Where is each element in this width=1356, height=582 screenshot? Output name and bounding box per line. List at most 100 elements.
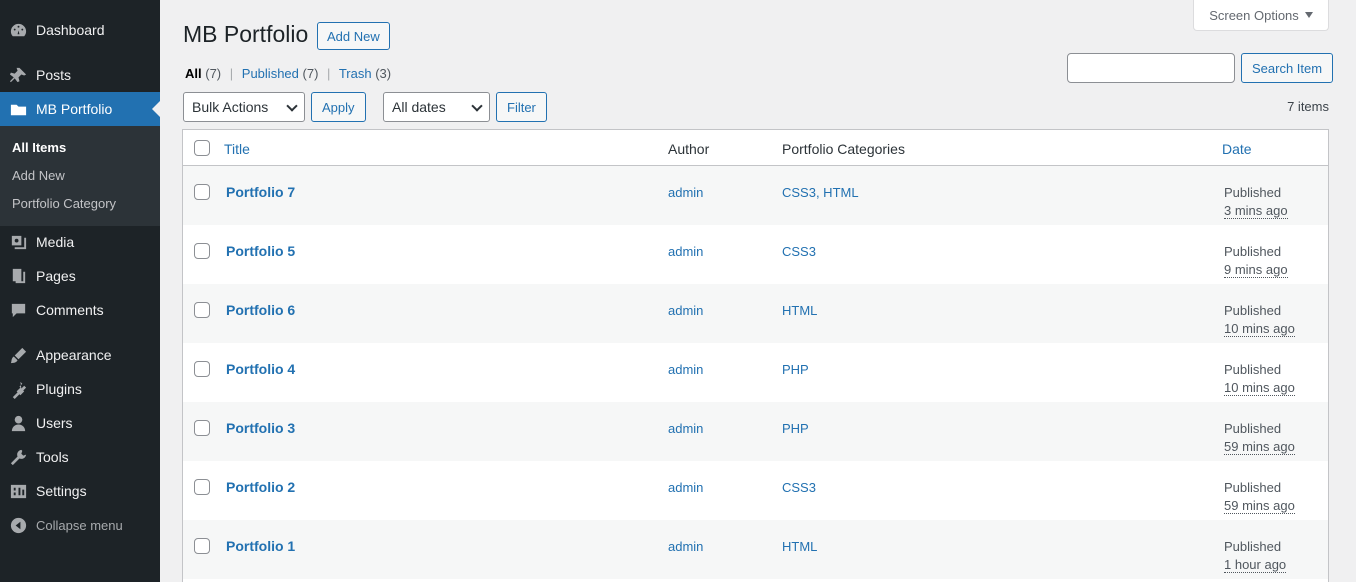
filter-button[interactable]: Filter xyxy=(496,92,547,122)
row-date: 1 hour ago xyxy=(1224,557,1287,573)
row-title-link[interactable]: Portfolio 3 xyxy=(226,420,295,436)
row-author-link[interactable]: admin xyxy=(668,362,703,377)
sidebar-item-label: Comments xyxy=(36,302,104,318)
row-checkbox[interactable] xyxy=(194,479,210,495)
row-categories: HTML xyxy=(782,539,817,554)
row-checkbox[interactable] xyxy=(194,302,210,318)
dates-filter-select[interactable]: All dates xyxy=(383,92,490,122)
row-categories: PHP xyxy=(782,362,809,377)
row-checkbox[interactable] xyxy=(194,538,210,554)
row-author-link[interactable]: admin xyxy=(668,185,703,200)
bulk-actions-select[interactable]: Bulk Actions xyxy=(183,92,305,122)
pages-icon xyxy=(0,267,36,286)
apply-button[interactable]: Apply xyxy=(311,92,366,122)
row-author-link[interactable]: admin xyxy=(668,539,703,554)
page-title: MB Portfolio xyxy=(183,21,309,47)
row-status: Published xyxy=(1224,539,1282,554)
sidebar-item-users[interactable]: Users xyxy=(0,406,160,440)
table-row: Portfolio 2 admin CSS3 Published 59 mins… xyxy=(183,461,1328,520)
row-status: Published xyxy=(1224,244,1282,259)
sidebar-item-label: MB Portfolio xyxy=(36,101,113,117)
row-title-link[interactable]: Portfolio 6 xyxy=(226,302,295,318)
row-title-link[interactable]: Portfolio 5 xyxy=(226,243,295,259)
row-category-link[interactable]: PHP xyxy=(782,421,809,436)
sidebar-item-plugins[interactable]: Plugins xyxy=(0,372,160,406)
sidebar-item-label: Collapse menu xyxy=(36,517,123,533)
add-new-button[interactable]: Add New xyxy=(317,22,390,50)
filter-published[interactable]: Published xyxy=(242,66,299,81)
table-row: Portfolio 1 admin HTML Published 1 hour … xyxy=(183,520,1328,579)
select-all-checkbox[interactable] xyxy=(194,140,210,156)
screen-options-button[interactable]: Screen Options xyxy=(1193,0,1329,31)
row-author-link[interactable]: admin xyxy=(668,244,703,259)
row-category-link[interactable]: CSS3, HTML xyxy=(782,185,859,200)
filter-all[interactable]: All xyxy=(185,66,202,81)
search-input[interactable] xyxy=(1067,53,1235,83)
row-title-link[interactable]: Portfolio 1 xyxy=(226,538,295,554)
row-category-link[interactable]: HTML xyxy=(782,539,817,554)
row-category-link[interactable]: HTML xyxy=(782,303,817,318)
filter-published-count: (7) xyxy=(302,66,319,81)
collapse-menu-button[interactable]: Collapse menu xyxy=(0,508,160,542)
row-category-link[interactable]: CSS3 xyxy=(782,480,816,495)
row-date: 9 mins ago xyxy=(1224,262,1288,278)
submenu-portfolio-category[interactable]: Portfolio Category xyxy=(12,196,116,211)
row-date: 10 mins ago xyxy=(1224,321,1295,337)
filter-trash[interactable]: Trash xyxy=(339,66,372,81)
admin-sidebar: Dashboard Posts MB Portfolio All Items A… xyxy=(0,0,160,582)
row-status: Published xyxy=(1224,480,1282,495)
sidebar-item-label: Appearance xyxy=(36,347,112,363)
submenu-all-items[interactable]: All Items xyxy=(12,140,66,155)
column-date[interactable]: Date xyxy=(1222,141,1252,157)
sidebar-item-settings[interactable]: Settings xyxy=(0,474,160,508)
dashboard-icon xyxy=(0,21,36,40)
portfolio-submenu: All Items Add New Portfolio Category xyxy=(0,126,160,226)
row-categories: HTML xyxy=(782,303,817,318)
column-title[interactable]: Title xyxy=(224,141,250,157)
row-title-link[interactable]: Portfolio 2 xyxy=(226,479,295,495)
row-checkbox[interactable] xyxy=(194,361,210,377)
row-title-link[interactable]: Portfolio 7 xyxy=(226,184,295,200)
row-status: Published xyxy=(1224,421,1282,436)
settings-icon xyxy=(0,482,36,501)
sidebar-item-pages[interactable]: Pages xyxy=(0,259,160,293)
row-author-link[interactable]: admin xyxy=(668,421,703,436)
pin-icon xyxy=(0,66,36,85)
status-filter-links: All (7) | Published (7) | Trash (3) xyxy=(185,66,391,81)
row-categories: CSS3 xyxy=(782,244,816,259)
row-checkbox[interactable] xyxy=(194,184,210,200)
row-categories: PHP xyxy=(782,421,809,436)
user-icon xyxy=(0,414,36,433)
table-row: Portfolio 3 admin PHP Published 59 mins … xyxy=(183,402,1328,461)
row-category-link[interactable]: CSS3 xyxy=(782,244,816,259)
row-date: 59 mins ago xyxy=(1224,439,1295,455)
sidebar-item-appearance[interactable]: Appearance xyxy=(0,338,160,372)
submenu-add-new[interactable]: Add New xyxy=(12,168,65,183)
media-icon xyxy=(0,233,36,252)
filter-trash-count: (3) xyxy=(375,66,392,81)
separator: | xyxy=(327,66,331,81)
row-author-link[interactable]: admin xyxy=(668,303,703,318)
sidebar-item-dashboard[interactable]: Dashboard xyxy=(0,13,160,47)
row-checkbox[interactable] xyxy=(194,420,210,436)
search-item-button[interactable]: Search Item xyxy=(1241,53,1334,83)
triangle-down-icon xyxy=(1304,12,1313,18)
row-status: Published xyxy=(1224,185,1282,200)
row-category-link[interactable]: PHP xyxy=(782,362,809,377)
bulk-actions-value: Bulk Actions xyxy=(192,99,269,115)
sidebar-item-mb-portfolio[interactable]: MB Portfolio xyxy=(0,92,160,126)
sidebar-item-comments[interactable]: Comments xyxy=(0,293,160,327)
chevron-down-icon xyxy=(471,100,483,112)
row-date: 59 mins ago xyxy=(1224,498,1295,514)
sidebar-item-label: Users xyxy=(36,415,73,431)
sidebar-item-label: Pages xyxy=(36,268,76,284)
sidebar-item-tools[interactable]: Tools xyxy=(0,440,160,474)
row-title-link[interactable]: Portfolio 4 xyxy=(226,361,295,377)
sidebar-item-posts[interactable]: Posts xyxy=(0,58,160,92)
row-status: Published xyxy=(1224,362,1282,377)
row-author-link[interactable]: admin xyxy=(668,480,703,495)
row-checkbox[interactable] xyxy=(194,243,210,259)
wrench-icon xyxy=(0,448,36,467)
sidebar-item-media[interactable]: Media xyxy=(0,225,160,259)
brush-icon xyxy=(0,346,36,365)
